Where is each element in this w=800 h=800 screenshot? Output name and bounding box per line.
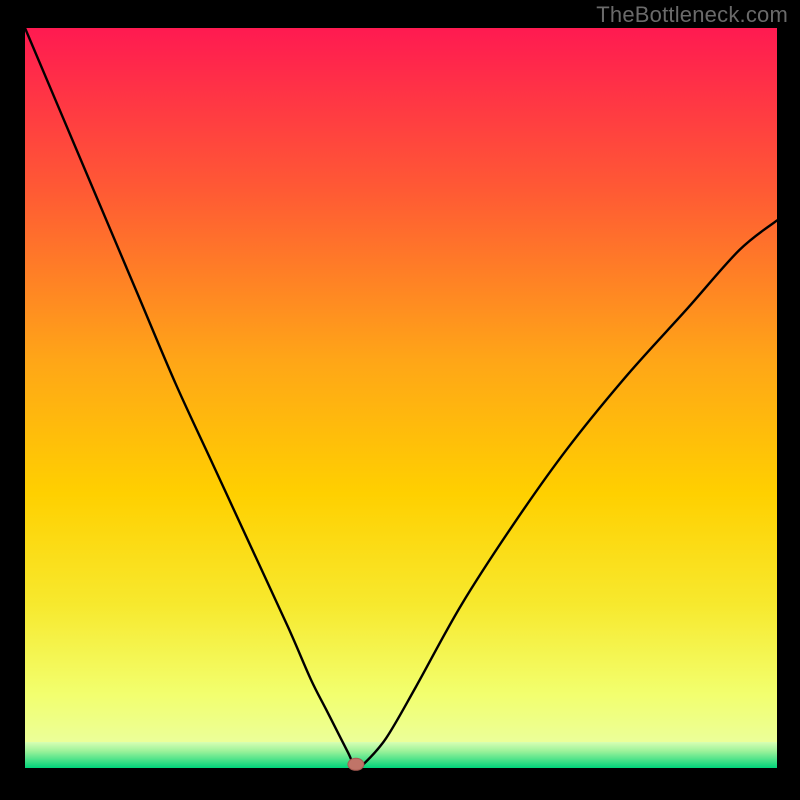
watermark-text: TheBottleneck.com [596, 2, 788, 28]
minimum-marker [348, 758, 364, 770]
plot-area [25, 28, 777, 770]
bottom-band [25, 742, 777, 768]
chart-svg [0, 0, 800, 800]
plot-background [25, 28, 777, 768]
chart-frame: TheBottleneck.com [0, 0, 800, 800]
